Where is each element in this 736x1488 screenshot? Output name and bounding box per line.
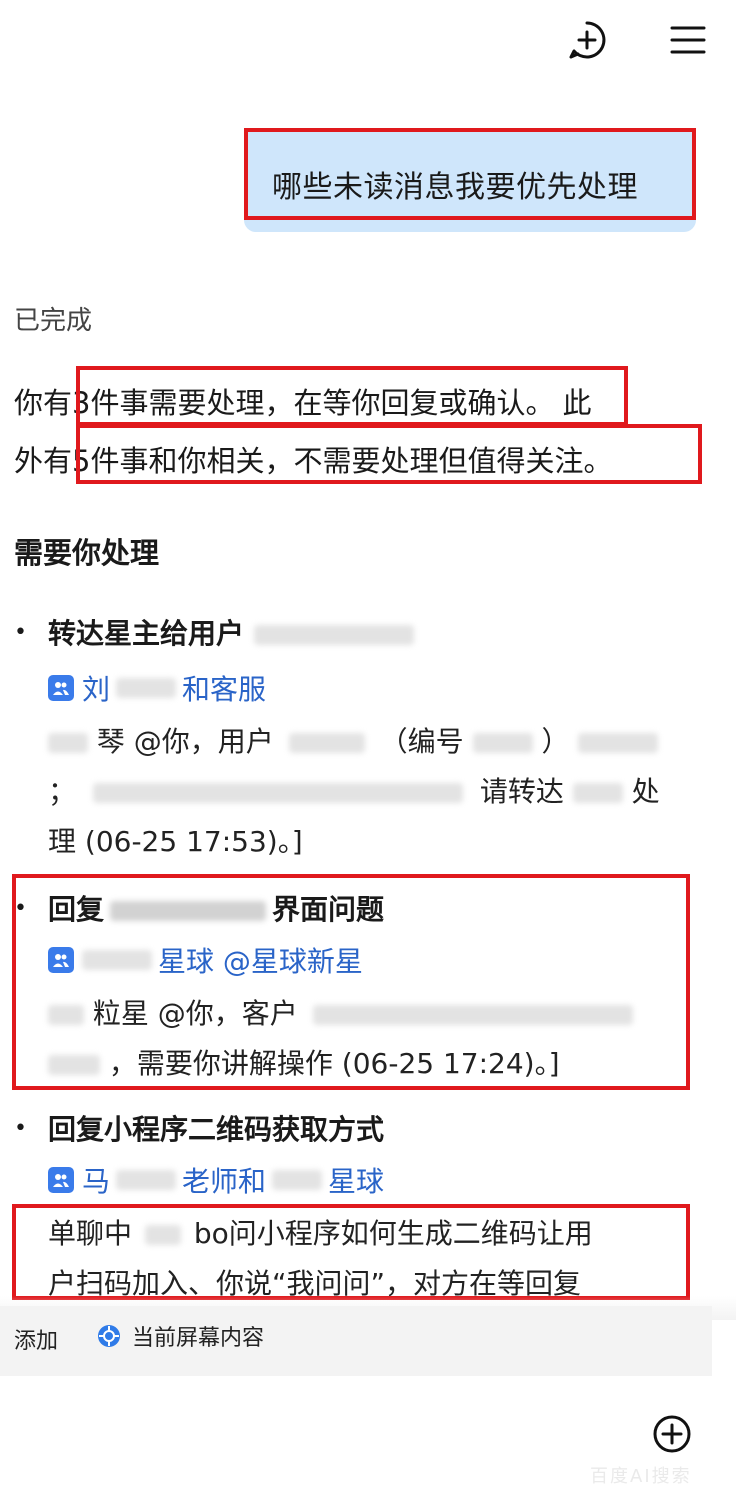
top-bar bbox=[0, 0, 736, 80]
item-body-line: 琴 @你，用户 （编号 ） bbox=[48, 720, 659, 760]
section-title: 需要你处理 bbox=[14, 536, 160, 570]
redacted-text bbox=[116, 1170, 177, 1190]
screen-content-chip[interactable]: 当前屏幕内容 bbox=[96, 1320, 264, 1352]
add-attachment-button[interactable]: 添加 bbox=[14, 1323, 58, 1355]
highlight-box bbox=[244, 128, 696, 220]
group-name-part: 和客服 bbox=[182, 673, 267, 706]
item-title-text: 转达星主给用户 bbox=[48, 617, 245, 650]
body-text: 请转达 bbox=[479, 775, 564, 808]
body-text: ； bbox=[48, 775, 77, 808]
group-name-part: 马 bbox=[82, 1165, 111, 1198]
group-icon bbox=[48, 1167, 74, 1193]
screen-chip-label: 当前屏幕内容 bbox=[132, 1326, 265, 1351]
hamburger-menu-icon bbox=[670, 26, 706, 54]
group-link[interactable]: 马 老师和 星球 bbox=[48, 1160, 384, 1200]
redacted-text bbox=[116, 678, 177, 698]
chat-page: 哪些未读消息我要优先处理 已完成 你有3件事需要处理，在等你回复或确认。此 外有… bbox=[0, 0, 736, 1488]
item-body-line: ； 请转达 处 bbox=[48, 770, 660, 810]
redacted-text bbox=[578, 733, 659, 753]
body-text: 处 bbox=[631, 775, 660, 808]
item-body-line: 理 (06-25 17:53)。] bbox=[48, 820, 303, 860]
status-label: 已完成 bbox=[14, 306, 93, 336]
body-text: （编号 bbox=[379, 725, 464, 758]
new-chat-button[interactable] bbox=[563, 16, 611, 64]
add-button[interactable] bbox=[648, 1410, 696, 1458]
redacted-text bbox=[572, 783, 623, 803]
summary-prefix: 你有 bbox=[14, 386, 73, 420]
crosshair-target-icon bbox=[98, 1325, 120, 1347]
highlight-box bbox=[76, 366, 628, 426]
redacted-text bbox=[48, 733, 88, 753]
highlight-box bbox=[12, 1204, 690, 1300]
highlight-box bbox=[76, 424, 702, 484]
item-title-text: 回复小程序二维码获取方式 bbox=[48, 1113, 385, 1146]
bullet: • bbox=[14, 1116, 27, 1141]
plus-circle-icon bbox=[653, 1415, 691, 1453]
redacted-text bbox=[288, 733, 365, 753]
group-name-part: 老师和 bbox=[182, 1165, 267, 1198]
plus-circle-icon bbox=[569, 21, 606, 59]
bullet: • bbox=[14, 620, 27, 645]
item-title[interactable]: 转达星主给用户 bbox=[48, 612, 414, 652]
redacted-text bbox=[272, 1170, 323, 1190]
summary-prefix: 外有 bbox=[14, 444, 73, 478]
highlight-box bbox=[12, 874, 690, 1090]
body-text: 琴 @你，用户 bbox=[96, 725, 274, 758]
item-title[interactable]: 回复小程序二维码获取方式 bbox=[48, 1108, 384, 1148]
body-text: 理 (06-25 17:53)。] bbox=[48, 825, 303, 858]
watermark: 百度AI搜索 bbox=[590, 1466, 692, 1487]
redacted-text bbox=[92, 783, 463, 803]
body-text: ） bbox=[541, 725, 570, 758]
redacted-text bbox=[253, 625, 414, 645]
group-icon bbox=[48, 675, 74, 701]
group-link[interactable]: 刘 和客服 bbox=[48, 668, 266, 708]
menu-button[interactable] bbox=[664, 16, 712, 64]
redacted-text bbox=[472, 733, 533, 753]
group-name-part: 星球 bbox=[328, 1165, 385, 1198]
group-name-part: 刘 bbox=[82, 673, 111, 706]
